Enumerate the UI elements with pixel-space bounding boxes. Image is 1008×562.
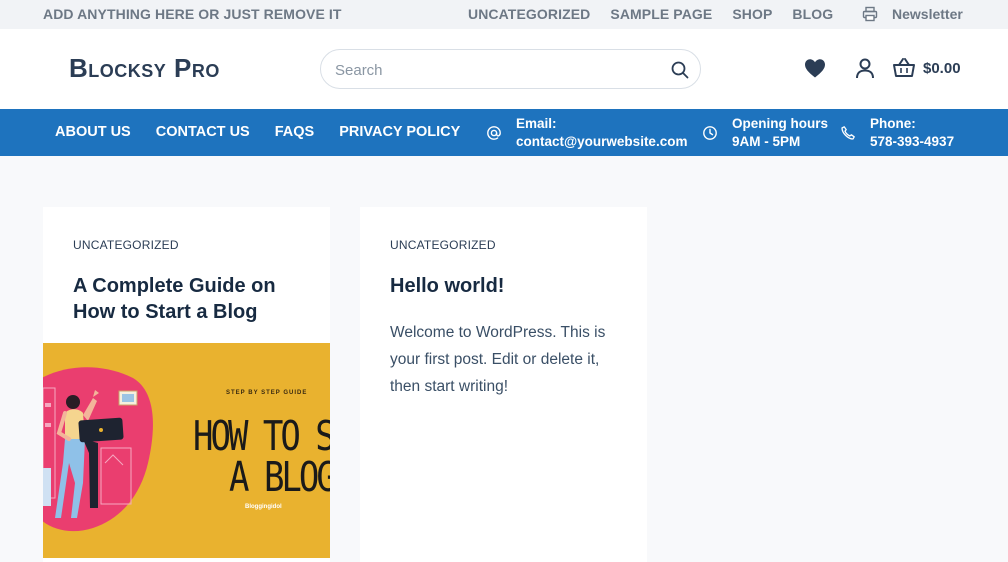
post-title[interactable]: Hello world! (390, 273, 630, 299)
image-kicker: STEP BY STEP GUIDE (226, 390, 308, 396)
contact-email-label: Email: (516, 116, 557, 131)
newsletter-label: Newsletter (892, 6, 963, 22)
site-logo[interactable]: Blocksy Pro (69, 53, 220, 84)
search-box (320, 49, 701, 89)
post-thumbnail[interactable]: STEP BY STEP GUIDE HOW TO STAR A BLOG Bl… (43, 343, 330, 558)
search-input[interactable] (335, 60, 655, 80)
contact-phone-label: Phone: (870, 116, 916, 131)
post-excerpt: Welcome to WordPress. This is your first… (390, 324, 606, 395)
top-nav: UNCATEGORIZED SAMPLE PAGE SHOP BLOG (468, 6, 833, 22)
menu-item-faqs[interactable]: FAQS (275, 124, 314, 140)
printer-icon (862, 6, 878, 22)
site-header: Blocksy Pro $0.00 (0, 29, 1008, 109)
newsletter-link[interactable]: Newsletter (862, 6, 963, 22)
contact-email[interactable]: Email: contact@yourwebsite.com (486, 115, 687, 151)
contact-hours: Opening hours 9AM - 5PM (702, 115, 828, 151)
search-icon[interactable] (670, 60, 690, 80)
contact-phone-text: Phone: 578-393-4937 (870, 115, 954, 151)
post-card: UNCATEGORIZED A Complete Guide on How to… (43, 207, 330, 562)
post-category[interactable]: UNCATEGORIZED (73, 238, 179, 252)
contact-hours-value: 9AM - 5PM (732, 134, 801, 149)
menu-item-about-us[interactable]: ABOUT US (55, 124, 131, 140)
image-credit: Bloggingidol (245, 504, 282, 510)
contact-email-value[interactable]: contact@yourwebsite.com (516, 133, 687, 151)
main-nav: ABOUT US CONTACT US FAQS PRIVACY POLICY … (0, 109, 1008, 156)
menu-item-privacy-policy[interactable]: PRIVACY POLICY (339, 124, 460, 140)
contact-hours-label: Opening hours (732, 116, 828, 131)
cart-total[interactable]: $0.00 (923, 60, 961, 77)
main-menu: ABOUT US CONTACT US FAQS PRIVACY POLICY (55, 124, 460, 140)
contact-phone[interactable]: Phone: 578-393-4937 (840, 115, 954, 151)
top-nav-sample-page[interactable]: SAMPLE PAGE (610, 6, 712, 22)
clock-icon (703, 126, 717, 140)
header-actions: $0.00 (803, 57, 961, 79)
contact-hours-text: Opening hours 9AM - 5PM (732, 115, 828, 151)
cart-icon[interactable] (892, 57, 916, 79)
top-bar: ADD ANYTHING HERE OR JUST REMOVE IT UNCA… (0, 0, 1008, 29)
contact-phone-value[interactable]: 578-393-4937 (870, 133, 954, 151)
image-headline-line2: A BLOG (229, 454, 330, 502)
top-nav-blog[interactable]: BLOG (792, 6, 833, 22)
post-category[interactable]: UNCATEGORIZED (390, 238, 496, 252)
user-icon[interactable] (854, 57, 876, 79)
top-bar-tagline: ADD ANYTHING HERE OR JUST REMOVE IT (43, 6, 342, 22)
post-title[interactable]: A Complete Guide on How to Start a Blog (73, 273, 313, 325)
contact-email-text: Email: contact@yourwebsite.com (516, 115, 687, 151)
post-card: UNCATEGORIZED Hello world! Welcome to Wo… (360, 207, 647, 562)
heart-icon[interactable] (803, 57, 827, 79)
top-nav-uncategorized[interactable]: UNCATEGORIZED (468, 6, 590, 22)
at-icon (487, 126, 501, 140)
phone-icon (841, 126, 855, 140)
top-nav-shop[interactable]: SHOP (732, 6, 772, 22)
menu-item-contact-us[interactable]: CONTACT US (156, 124, 250, 140)
